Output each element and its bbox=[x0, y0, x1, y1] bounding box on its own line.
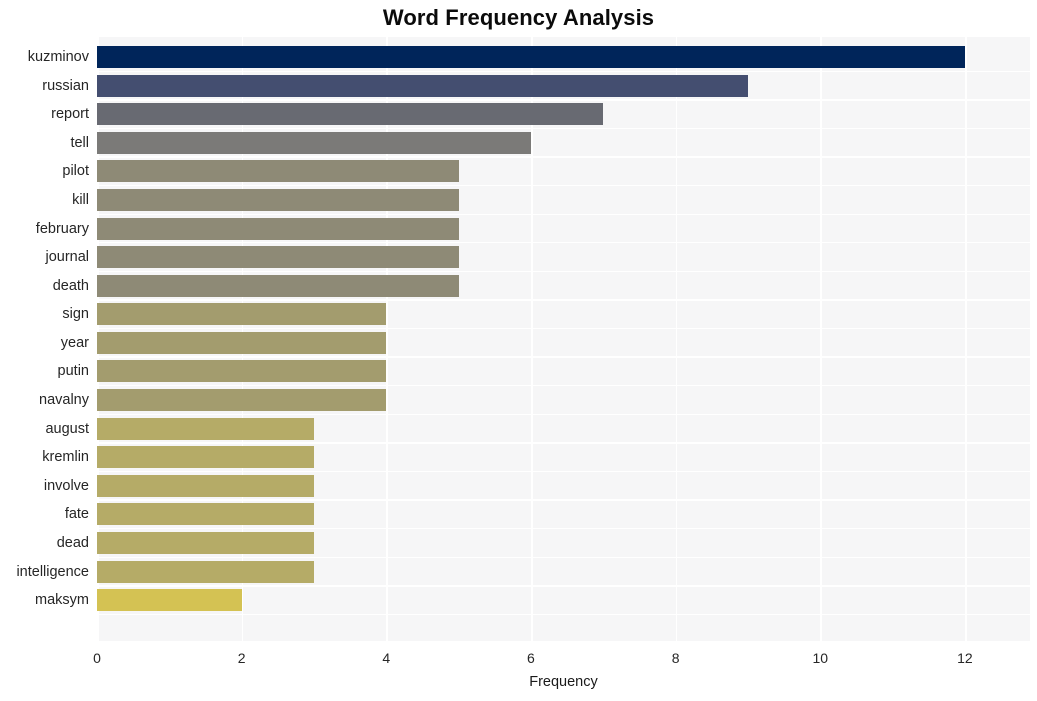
y-tick-label-report: report bbox=[51, 106, 89, 123]
y-axis-tick-labels: kuzminov russian report tell pilot kill februa… bbox=[0, 37, 1037, 641]
word-frequency-chart: Word Frequency Analysis kuzminov russian r… bbox=[0, 0, 1037, 701]
y-tick-label-fate: fate bbox=[64, 506, 89, 523]
x-tick-label-6: 6 bbox=[527, 650, 535, 666]
y-tick-label-august: august bbox=[45, 420, 89, 437]
x-axis-label: Frequency bbox=[529, 674, 598, 690]
x-tick-label-0: 0 bbox=[93, 650, 101, 666]
x-tick-label-10: 10 bbox=[812, 650, 829, 666]
y-tick-label-journal: journal bbox=[45, 249, 89, 266]
y-tick-label-russian: russian bbox=[42, 77, 89, 94]
y-tick-label-dead: dead bbox=[56, 534, 89, 551]
y-tick-label-putin: putin bbox=[57, 363, 89, 380]
x-tick-label-4: 4 bbox=[382, 650, 391, 666]
y-tick-label-tell: tell bbox=[70, 134, 89, 151]
y-tick-label-intelligence: intelligence bbox=[16, 563, 89, 580]
x-tick-label-2: 2 bbox=[237, 650, 246, 666]
y-tick-label-february: february bbox=[35, 220, 89, 237]
x-tick-label-8: 8 bbox=[671, 650, 680, 666]
chart-title: Word Frequency Analysis bbox=[382, 5, 655, 30]
y-tick-label-kill: kill bbox=[72, 191, 89, 208]
y-tick-label-year: year bbox=[60, 334, 89, 351]
y-tick-label-pilot: pilot bbox=[62, 163, 89, 180]
y-tick-label-kremlin: kremlin bbox=[42, 449, 89, 466]
y-tick-label-involve: involve bbox=[43, 477, 89, 494]
y-tick-label-maksym: maksym bbox=[35, 592, 89, 609]
y-tick-label-navalny: navalny bbox=[39, 392, 89, 409]
y-tick-label-death: death bbox=[52, 277, 89, 294]
x-tick-label-12: 12 bbox=[957, 650, 973, 666]
y-tick-label-kuzminov: kuzminov bbox=[27, 49, 89, 65]
y-tick-label-sign: sign bbox=[62, 306, 89, 323]
